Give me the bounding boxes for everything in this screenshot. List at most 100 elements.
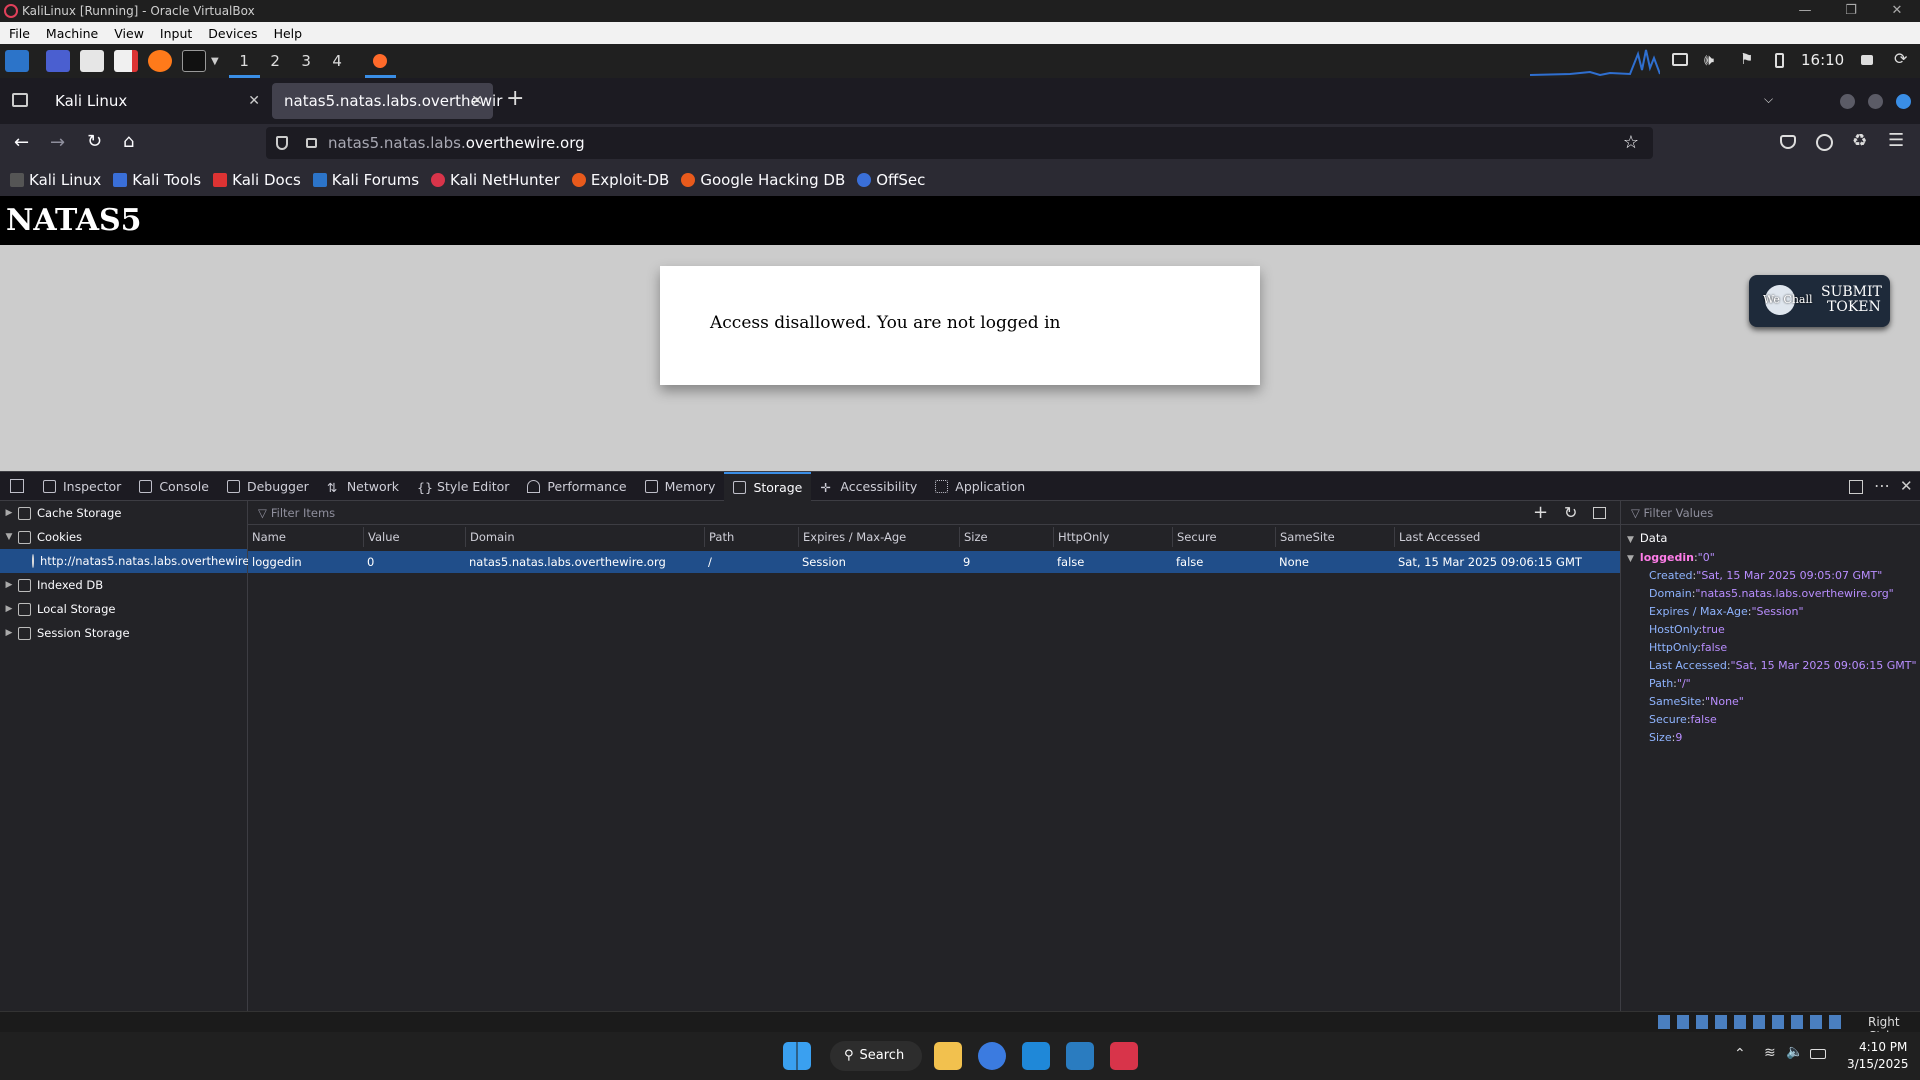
account-icon[interactable] (1816, 134, 1833, 151)
expand-arrow-icon[interactable]: ▶ (0, 604, 18, 614)
menu-input[interactable]: Input (151, 26, 199, 41)
list-all-tabs-icon[interactable]: ⌵ (1764, 92, 1773, 107)
windows-start-icon[interactable] (783, 1042, 811, 1070)
tab-accessibility[interactable]: ✛ Accessibility (811, 472, 926, 501)
workspace-1[interactable]: 1 (228, 44, 260, 78)
cell-value[interactable]: 0 (363, 551, 374, 573)
cell-last-accessed[interactable]: Sat, 15 Mar 2025 09:06:15 GMT (1394, 551, 1582, 573)
col-value[interactable]: Value (363, 527, 400, 547)
expand-arrow-icon[interactable]: ▶ (0, 580, 18, 590)
maximize-window-icon[interactable] (1868, 94, 1883, 109)
filter-values-input[interactable]: ▽ Filter Values (1621, 501, 1920, 525)
file-manager-icon[interactable] (80, 50, 104, 72)
close-window-icon[interactable] (1896, 94, 1911, 109)
col-last-accessed[interactable]: Last Accessed (1394, 527, 1480, 547)
chevron-up-icon[interactable]: ⌃ (1734, 1046, 1746, 1062)
col-name[interactable]: Name (248, 527, 286, 547)
battery-icon[interactable] (1810, 1049, 1826, 1059)
screen-icon[interactable] (1672, 53, 1688, 66)
battery-icon[interactable] (1775, 53, 1784, 68)
forward-icon[interactable]: → (50, 132, 65, 153)
expand-arrow-icon[interactable]: ▶ (0, 508, 18, 518)
workspace-3[interactable]: 3 (291, 44, 322, 78)
hamburger-menu-icon[interactable]: ☰ (1888, 130, 1904, 151)
tab-inspector[interactable]: Inspector (34, 472, 130, 501)
menu-view[interactable]: View (105, 26, 151, 41)
cell-samesite[interactable]: None (1275, 551, 1309, 573)
tab-network[interactable]: ⇅ Network (318, 472, 408, 501)
menu-machine[interactable]: Machine (37, 26, 105, 41)
refresh-icon[interactable]: ↻ (1564, 503, 1577, 522)
url-bar[interactable]: natas5.natas.labs.overthewire.org ☆ (266, 127, 1653, 159)
dock-side-icon[interactable] (1849, 480, 1863, 494)
collapse-arrow-icon[interactable]: ▼ (1627, 535, 1634, 545)
bookmark-kali-tools[interactable]: Kali Tools (113, 171, 201, 189)
bookmark-kali-docs[interactable]: Kali Docs (213, 171, 301, 189)
taskbar-time[interactable]: 4:10 PM (1859, 1040, 1907, 1054)
cell-path[interactable]: / (704, 551, 712, 573)
filter-items-input[interactable]: ▽ Filter Items + ↻ (248, 501, 1620, 525)
pocket-icon[interactable] (1780, 135, 1796, 149)
minimize-window-icon[interactable] (1840, 94, 1855, 109)
cell-size[interactable]: 9 (959, 551, 970, 573)
close-icon[interactable]: ✕ (471, 83, 483, 119)
bookmark-google-hacking-db[interactable]: Google Hacking DB (681, 171, 845, 189)
taskbar-search[interactable]: ⚲ Search (830, 1041, 922, 1071)
new-tab-button[interactable]: + (506, 86, 524, 111)
tree-item-local-storage[interactable]: ▶ Local Storage (0, 597, 247, 621)
panel-clock[interactable]: 16:10 (1801, 51, 1844, 69)
vs-icon[interactable] (1066, 1042, 1094, 1070)
data-section-header[interactable]: ▼ Data (1621, 527, 1920, 549)
cell-name[interactable]: loggedin (248, 551, 302, 573)
wifi-icon[interactable]: ≋ (1764, 1045, 1776, 1061)
terminal-icon[interactable] (182, 50, 206, 72)
close-button[interactable]: ✕ (1874, 0, 1920, 22)
tab-debugger[interactable]: Debugger (218, 472, 318, 501)
add-item-icon[interactable]: + (1533, 502, 1548, 523)
vscode-icon[interactable] (1022, 1042, 1050, 1070)
virtualbox-icon[interactable] (1110, 1042, 1138, 1070)
tree-item-cookie-origin[interactable]: http://natas5.natas.labs.overthewire.org (0, 549, 272, 573)
element-picker-icon[interactable] (10, 479, 24, 493)
menu-help[interactable]: Help (265, 26, 310, 41)
speaker-icon[interactable]: 🔈 (1786, 1044, 1803, 1060)
col-path[interactable]: Path (704, 527, 734, 547)
tab-memory[interactable]: Memory (636, 472, 725, 501)
extensions-icon[interactable]: ♻ (1852, 131, 1867, 151)
col-domain[interactable]: Domain (465, 527, 515, 547)
cell-domain[interactable]: natas5.natas.labs.overthewire.org (465, 551, 666, 573)
tree-item-cookies[interactable]: ▼ Cookies (0, 525, 247, 549)
expand-arrow-icon[interactable]: ▶ (0, 628, 18, 638)
cell-httponly[interactable]: false (1053, 551, 1084, 573)
cell-secure[interactable]: false (1172, 551, 1203, 573)
tree-item-indexed-db[interactable]: ▶ Indexed DB (0, 573, 247, 597)
cell-expires[interactable]: Session (798, 551, 846, 573)
firefox-launcher-icon[interactable] (148, 50, 172, 72)
col-secure[interactable]: Secure (1172, 527, 1217, 547)
lock-icon[interactable] (1861, 55, 1873, 65)
menu-file[interactable]: File (0, 26, 37, 41)
restore-button[interactable]: ❐ (1828, 0, 1874, 22)
cookie-root-entry[interactable]: ▼ loggedin:"0" (1621, 549, 1920, 567)
minimize-button[interactable]: — (1782, 0, 1828, 22)
bookmark-exploit-db[interactable]: Exploit-DB (571, 171, 669, 189)
file-explorer-icon[interactable] (934, 1042, 962, 1070)
logout-icon[interactable]: ⟳ (1894, 49, 1907, 68)
collapse-arrow-icon[interactable]: ▼ (0, 532, 18, 542)
text-editor-icon[interactable] (114, 50, 138, 72)
taskbar-date[interactable]: 3/15/2025 (1847, 1057, 1909, 1071)
col-samesite[interactable]: SameSite (1275, 527, 1335, 547)
bookmark-kali-forums[interactable]: Kali Forums (312, 171, 419, 189)
firefox-window-button[interactable] (364, 44, 396, 78)
workspace-2[interactable]: 2 (260, 44, 291, 78)
paint-icon[interactable] (978, 1042, 1006, 1070)
volume-icon[interactable]: 🕪 (1704, 50, 1714, 70)
close-devtools-icon[interactable]: ✕ (1900, 477, 1913, 495)
tab-natas5[interactable]: natas5.natas.labs.overthewir ✕ (272, 83, 502, 119)
chevron-down-icon[interactable]: ▼ (211, 56, 219, 67)
close-icon[interactable]: ✕ (248, 83, 260, 119)
bookmark-star-icon[interactable]: ☆ (1623, 127, 1639, 159)
col-expires[interactable]: Expires / Max-Age (798, 527, 906, 547)
lock-icon[interactable] (306, 138, 317, 148)
menu-devices[interactable]: Devices (199, 26, 264, 41)
